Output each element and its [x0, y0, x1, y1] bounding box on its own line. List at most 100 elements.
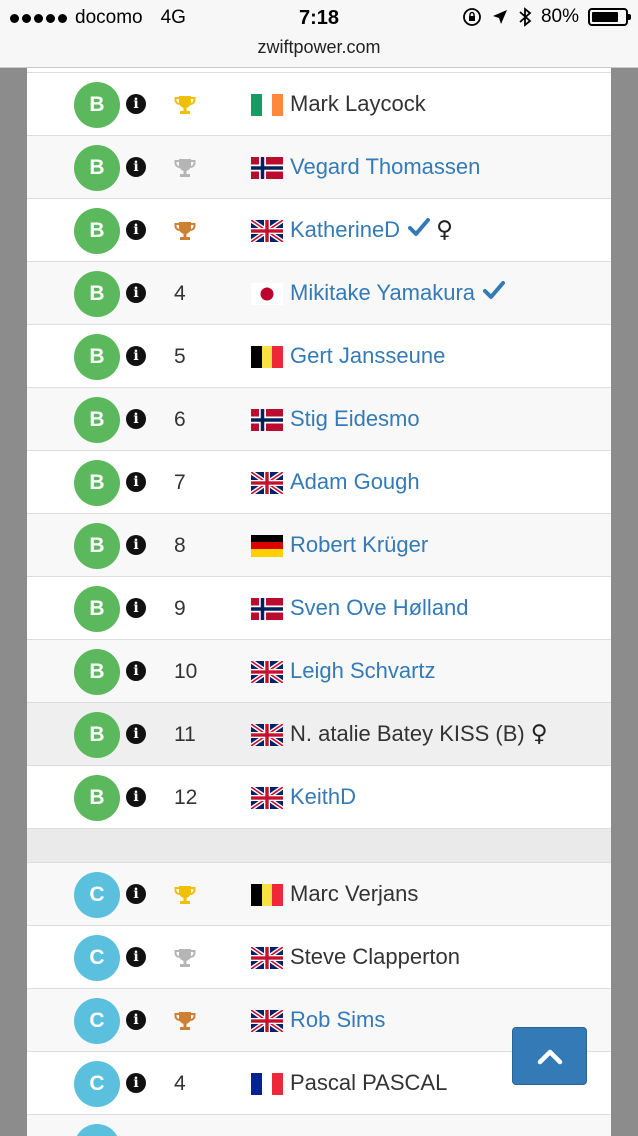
- rider-name-text: N. atalie Batey KISS (B): [290, 721, 525, 746]
- info-icon[interactable]: i: [126, 535, 146, 555]
- category-separator: [27, 829, 611, 863]
- table-row[interactable]: Bi 7 Adam Gough: [27, 451, 611, 514]
- bronze-trophy-icon: [174, 1010, 196, 1032]
- info-icon[interactable]: i: [126, 94, 146, 114]
- gold-trophy-icon: [174, 94, 196, 116]
- battery-percent: 80%: [540, 6, 579, 27]
- table-row[interactable]: Ci: [27, 1115, 611, 1136]
- table-row[interactable]: Bi 11 N. atalie Batey KISS (B) ♀: [27, 703, 611, 766]
- rider-name[interactable]: Leigh Schvartz: [290, 658, 436, 684]
- address-bar-url[interactable]: zwiftpower.com: [0, 37, 638, 58]
- info-icon[interactable]: i: [126, 787, 146, 807]
- rider-name[interactable]: KatherineD ♀: [290, 217, 453, 243]
- info-icon[interactable]: i: [126, 409, 146, 429]
- position-number: 5: [174, 345, 186, 368]
- table-row[interactable]: Bi Vegard Thomassen: [27, 136, 611, 199]
- bronze-trophy-icon: [174, 220, 196, 242]
- info-icon[interactable]: i: [126, 283, 146, 303]
- gold-trophy-icon: [174, 884, 196, 906]
- position-number: 9: [174, 597, 186, 620]
- position-number: 6: [174, 408, 186, 431]
- position-number: 4: [174, 282, 186, 305]
- info-icon[interactable]: i: [126, 598, 146, 618]
- rider-name[interactable]: Gert Jansseune: [290, 343, 445, 369]
- table-row[interactable]: Ci Steve Clapperton: [27, 926, 611, 989]
- rotation-lock-icon: [463, 8, 481, 26]
- table-row[interactable]: Bi 4 Mikitake Yamakura: [27, 262, 611, 325]
- category-badge: B: [74, 145, 120, 191]
- rider-name[interactable]: Sven Ove Hølland: [290, 595, 469, 621]
- rider-name[interactable]: Robert Krüger: [290, 532, 428, 558]
- rider-name[interactable]: Vegard Thomassen: [290, 154, 480, 180]
- position-number: 10: [174, 660, 198, 683]
- category-badge: B: [74, 397, 120, 443]
- rider-name-text: Sven Ove Hølland: [290, 595, 469, 620]
- scroll-to-top-button[interactable]: [512, 1027, 587, 1085]
- category-badge: C: [74, 935, 120, 981]
- table-row[interactable]: Bi 8 Robert Krüger: [27, 514, 611, 577]
- category-badge: B: [74, 523, 120, 569]
- battery-icon: [588, 8, 631, 26]
- flag-gb-icon: [251, 1010, 283, 1032]
- female-symbol-icon: ♀: [530, 721, 548, 747]
- flag-ie-icon: [251, 94, 283, 116]
- info-icon[interactable]: i: [126, 884, 146, 904]
- category-badge: B: [74, 82, 120, 128]
- rider-name: N. atalie Batey KISS (B) ♀: [290, 721, 548, 747]
- rider-name-text: Vegard Thomassen: [290, 154, 481, 179]
- position-number: 8: [174, 534, 186, 557]
- info-icon[interactable]: i: [126, 346, 146, 366]
- table-row[interactable]: Bi 12 KeithD: [27, 766, 611, 829]
- info-icon[interactable]: i: [126, 220, 146, 240]
- info-icon[interactable]: i: [126, 661, 146, 681]
- flag-gb-icon: [251, 661, 283, 683]
- rider-name[interactable]: Rob Sims: [290, 1007, 385, 1033]
- flag-no-icon: [251, 598, 283, 620]
- info-icon[interactable]: i: [126, 472, 146, 492]
- rider-name[interactable]: KeithD: [290, 784, 356, 810]
- rider-name[interactable]: Adam Gough: [290, 469, 420, 495]
- verified-check-icon: [400, 217, 431, 243]
- rider-name: Marc Verjans: [290, 881, 418, 907]
- location-arrow-icon: [492, 10, 507, 24]
- info-icon[interactable]: i: [126, 1073, 146, 1093]
- rider-name-text: Steve Clapperton: [290, 944, 460, 969]
- rider-name-text: Leigh Schvartz: [290, 658, 436, 683]
- female-symbol-icon: ♀: [436, 217, 453, 243]
- flag-be-icon: [251, 346, 283, 368]
- category-badge: B: [74, 271, 120, 317]
- rider-name-text: Pascal PASCAL: [290, 1070, 448, 1095]
- ios-status-bar: docomo 4G 7:18 80% zwiftpower.com: [0, 0, 638, 68]
- table-row[interactable]: Bi 5 Gert Jansseune: [27, 325, 611, 388]
- rider-name-text: Stig Eidesmo: [290, 406, 420, 431]
- rider-name-text: Mark Laycock: [290, 91, 426, 116]
- category-badge: B: [74, 460, 120, 506]
- table-row[interactable]: Bi Mark Laycock: [27, 73, 611, 136]
- rider-name: Pascal PASCAL: [290, 1070, 447, 1096]
- category-badge: B: [74, 712, 120, 758]
- table-row[interactable]: Bi 6 Stig Eidesmo: [27, 388, 611, 451]
- rider-name: Steve Clapperton: [290, 944, 460, 970]
- flag-gb-icon: [251, 220, 283, 242]
- table-row[interactable]: Bi 9 Sven Ove Hølland: [27, 577, 611, 640]
- position-number: 7: [174, 471, 186, 494]
- position-number: 11: [174, 723, 196, 746]
- position-number: 12: [174, 786, 198, 809]
- flag-de-icon: [251, 535, 283, 557]
- category-badge: B: [74, 649, 120, 695]
- flag-no-icon: [251, 157, 283, 179]
- table-row[interactable]: Ci Marc Verjans: [27, 863, 611, 926]
- info-icon[interactable]: i: [126, 724, 146, 744]
- rider-name[interactable]: Stig Eidesmo: [290, 406, 420, 432]
- info-icon[interactable]: i: [126, 947, 146, 967]
- flag-no-icon: [251, 409, 283, 431]
- table-row[interactable]: Bi 10 Leigh Schvartz: [27, 640, 611, 703]
- chevron-up-icon: [537, 1049, 562, 1065]
- flag-jp-icon: [251, 283, 283, 305]
- position-number: 4: [174, 1072, 186, 1095]
- table-row[interactable]: Bi KatherineD ♀: [27, 199, 611, 262]
- info-icon[interactable]: i: [126, 1010, 146, 1030]
- info-icon[interactable]: i: [126, 157, 146, 177]
- rider-name[interactable]: Mikitake Yamakura: [290, 280, 506, 306]
- results-rows: Bi Mark Laycock Bi Vegard Thomassen Bi Kat…: [27, 73, 611, 1136]
